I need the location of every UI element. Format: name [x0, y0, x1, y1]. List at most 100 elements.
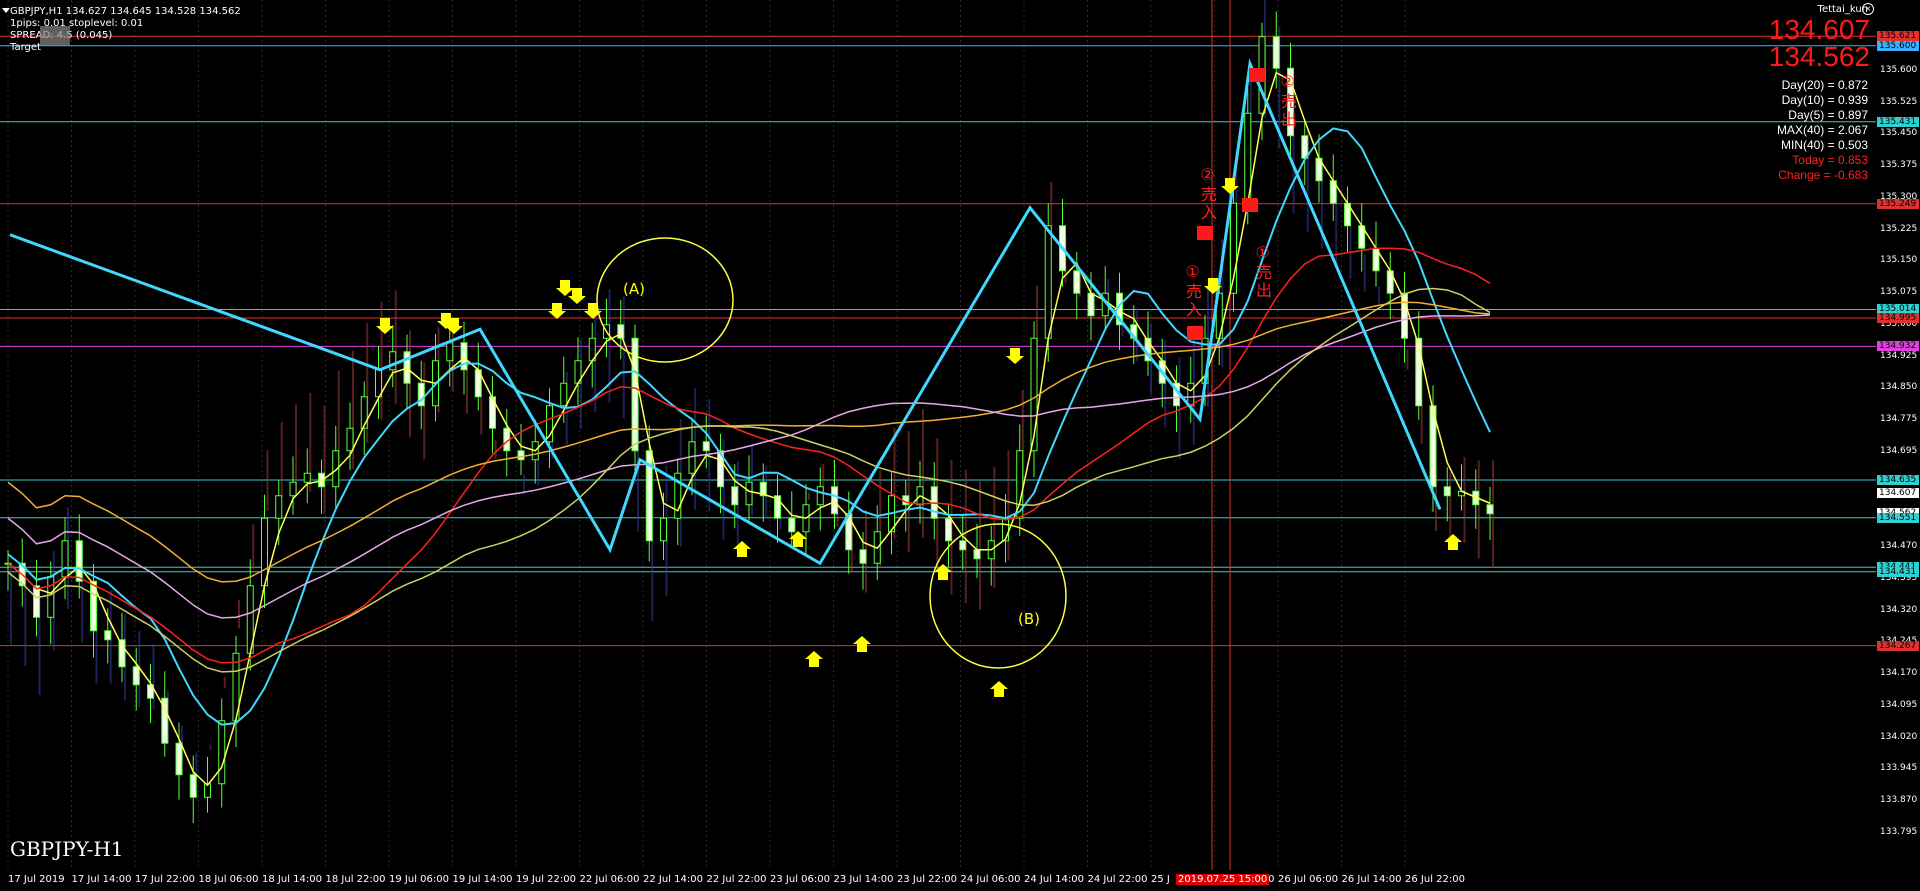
arrow-up-icon — [990, 681, 1008, 697]
price-tick-label: 133.945 — [1880, 763, 1918, 774]
time-tick-label: 17 Jul 22:00 — [135, 874, 195, 885]
price-level-tag: 135.249 — [1877, 198, 1919, 209]
time-axis: 17 Jul 2019 17 Jul 14:00 17 Jul 22:00 18 Ju… — [0, 870, 1876, 891]
time-tick-label: 19 Jul 06:00 — [389, 874, 449, 885]
candle-body — [731, 486, 739, 506]
price-tick-label: 135.075 — [1880, 287, 1918, 298]
annotation-circle-b: (B) — [1018, 610, 1040, 628]
symbol-quote-line: GBPJPY,H1 134.627 134.645 134.528 134.56… — [10, 6, 241, 17]
time-tick-label: 23 Jul 22:00 — [897, 874, 957, 885]
candle-body — [1073, 270, 1081, 294]
annotation-circle-a: (A) — [623, 280, 645, 298]
candle-body — [360, 396, 368, 429]
stat-today: Today = 0.853 — [1792, 153, 1868, 167]
time-highlight-label: 2019.07.25 15:00 — [1176, 874, 1270, 885]
price-level-tag: 134.431 — [1877, 566, 1919, 577]
candle-body — [973, 549, 981, 560]
price-tick-label: 135.150 — [1880, 255, 1918, 266]
time-tick-label: 17 Jul 14:00 — [71, 874, 132, 885]
candle-body — [560, 382, 568, 407]
time-tick-label: 18 Jul 14:00 — [262, 874, 322, 885]
chart-menu-icon[interactable] — [2, 8, 10, 13]
price-tick-label: 133.870 — [1880, 795, 1918, 806]
candle-body — [745, 481, 753, 506]
arrow-down-icon — [376, 318, 394, 334]
time-tick-label: 23 Jul 14:00 — [833, 874, 894, 885]
price-tick-label: 134.695 — [1880, 445, 1918, 456]
price-level-tag: 134.635 — [1877, 475, 1919, 485]
stat-day5: Day(5) = 0.897 — [1788, 108, 1868, 122]
stat-min40: MIN(40) = 0.503 — [1780, 138, 1868, 152]
candle-body — [816, 486, 824, 506]
arrow-down-icon — [556, 280, 574, 296]
candle-body — [47, 576, 55, 618]
arrow-up-icon — [1444, 534, 1462, 550]
price-level-tag: 134.995 — [1877, 313, 1919, 323]
candle-body — [375, 369, 382, 398]
price-tick-label: 134.850 — [1880, 382, 1918, 393]
trade-marker — [1249, 68, 1265, 82]
price-level-tag: 134.932 — [1877, 341, 1919, 352]
time-tick-label: 26 Jul 22:00 — [1405, 874, 1465, 885]
candle-body — [175, 742, 183, 776]
candle-body — [218, 720, 226, 785]
time-tick-label: 26 Jul 14:00 — [1341, 874, 1402, 885]
candle-body — [346, 427, 354, 452]
volatility-stats: Day(20) = 0.872 Day(10) = 0.939 Day(5) =… — [1777, 78, 1868, 183]
price-axis[interactable]: 135.675135.600135.525135.450135.375135.3… — [1876, 0, 1920, 891]
candle-body — [1443, 486, 1451, 497]
candle-body — [1087, 292, 1095, 317]
time-tick-label: 25 J — [1151, 874, 1170, 885]
candle-body — [517, 450, 525, 461]
arrow-up-icon — [733, 541, 751, 557]
chart-window[interactable]: GBPJPY,H1 134.627 134.645 134.528 134.56… — [0, 0, 1920, 891]
candle-body — [1272, 36, 1280, 69]
candle-body — [289, 481, 297, 497]
price-tick-label: 135.450 — [1880, 128, 1918, 139]
stat-day20: Day(20) = 0.872 — [1781, 78, 1868, 92]
price-level-tag: 134.607 — [1877, 487, 1919, 498]
time-tick-label: 17 Jul 2019 — [8, 874, 65, 885]
candle-body — [788, 517, 796, 533]
annotation-sell-in-1: ①売入 — [1183, 262, 1202, 319]
candle-body — [859, 549, 867, 564]
price-tick-label: 134.775 — [1880, 414, 1918, 425]
price-tick-label: 134.320 — [1880, 604, 1918, 615]
arrow-up-icon — [853, 636, 871, 652]
trade-marker — [1242, 198, 1258, 212]
candle-body — [275, 495, 283, 519]
arrow-down-icon — [548, 303, 566, 319]
price-tick-label: 135.525 — [1880, 96, 1918, 107]
candle-body — [61, 540, 69, 578]
price-tick-label: 134.470 — [1880, 541, 1918, 552]
candle-body — [118, 639, 126, 668]
candle-body — [75, 540, 83, 582]
annotation-sell-in-2: ②売入 — [1198, 165, 1217, 222]
stat-change: Change = -0.683 — [1778, 168, 1868, 182]
time-tick-label: 22 Jul 14:00 — [643, 874, 703, 885]
stat-max40: MAX(40) = 2.067 — [1776, 123, 1868, 137]
candle-body — [189, 774, 197, 798]
candle-body — [945, 517, 952, 542]
price-tick-label: 133.795 — [1880, 827, 1918, 837]
moving-average-line — [7, 301, 1491, 583]
bid-ask-display: 134.607 134.562 — [1768, 16, 1870, 72]
symbol-timeframe-label: GBPJPY-H1 — [10, 837, 124, 861]
price-level-tag: 134.551 — [1877, 512, 1919, 523]
price-chart[interactable] — [0, 0, 1876, 870]
time-tick-label: 23 Jul 06:00 — [770, 874, 830, 885]
price-tick-label: 135.600 — [1880, 64, 1918, 75]
candle-body — [1486, 504, 1494, 515]
ask-price: 134.562 — [1768, 41, 1870, 72]
time-tick-label: 24 Jul 06:00 — [960, 874, 1021, 885]
circle-a — [596, 237, 734, 363]
trade-marker — [1187, 326, 1203, 340]
chart-thumbnail[interactable] — [40, 26, 70, 46]
candle-body — [33, 585, 40, 618]
candle-body — [1187, 382, 1195, 407]
candle-body — [132, 666, 140, 686]
time-tick-label: 18 Jul 22:00 — [325, 874, 386, 885]
price-level-tag: 135.600 — [1877, 40, 1919, 51]
moving-average-line — [7, 71, 1491, 787]
price-tick-label: 134.925 — [1880, 350, 1918, 361]
